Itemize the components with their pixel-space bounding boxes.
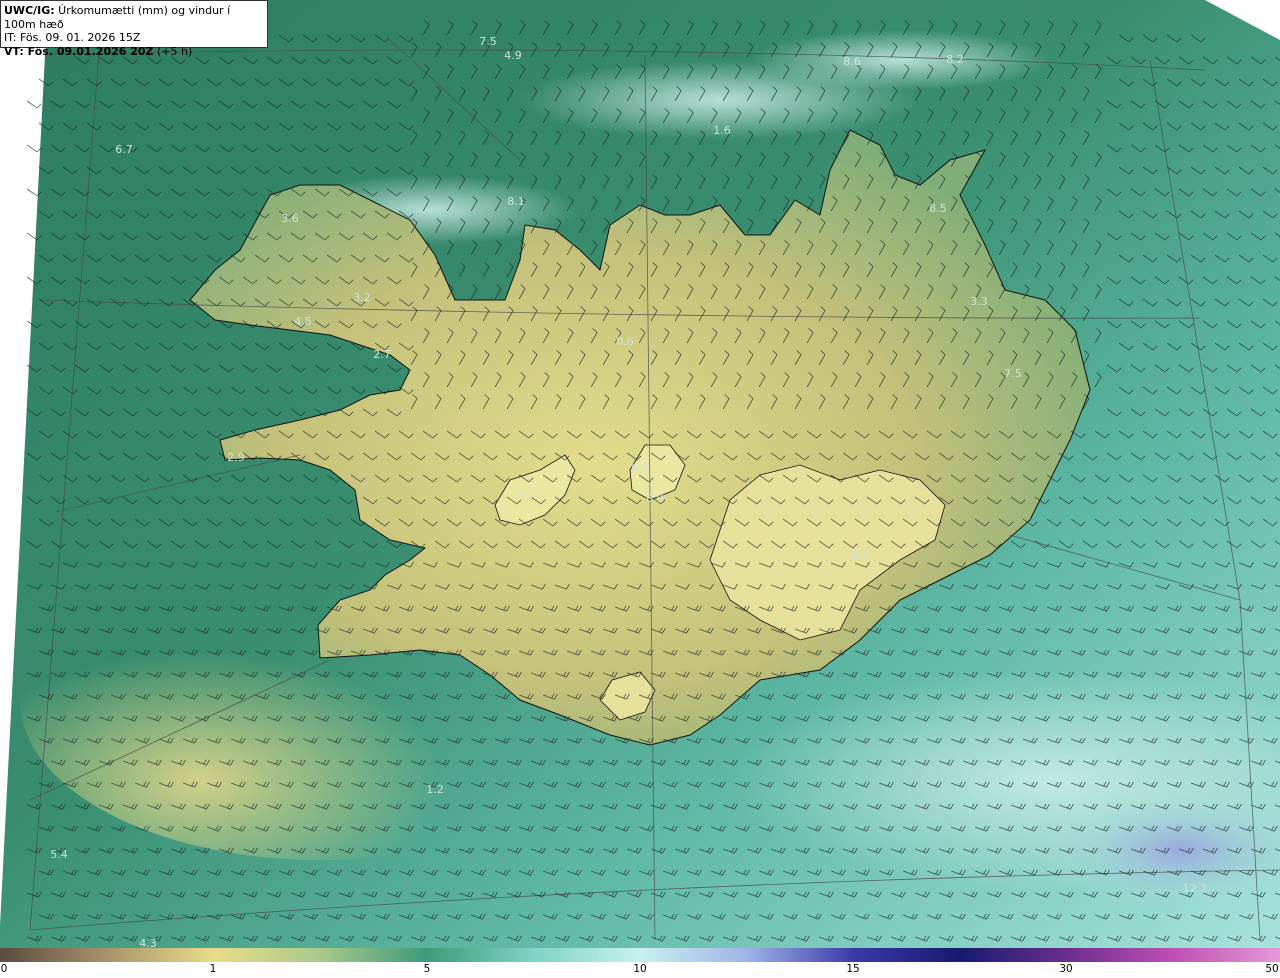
valid-time: VT: Fös. 09.01.2026 20Z [4,44,154,58]
map-value-label: 8.2 [946,53,964,66]
colorbar-tick-label: 1 [209,963,217,975]
map-value-label: 0.9 [631,462,649,475]
map-value-label: 7.5 [479,35,497,48]
map-value-label: 1.6 [713,124,731,137]
forecast-map[interactable]: 7.5 4.9 8.6 8.2 6.7 8.1 3.6 8.5 3.2 3.3 4.5 2.7 7.5 2… [0,0,1280,950]
colorbar-tick-label: 50 [1265,963,1279,975]
colorbar-tick-label: 5 [423,963,431,975]
sea-streak [750,30,1050,90]
map-value-label: 5.4 [50,848,68,861]
map-value-label: 4.5 [294,315,312,328]
map-value-label: 0.9 [646,492,664,505]
map-value-label: 6.7 [115,143,133,156]
issue-time: IT: Fös. 09. 01. 2026 15Z [4,31,141,44]
colorbar-tick-label: 15 [846,963,860,975]
map-value-label: 2.1 [517,490,535,503]
map-title-box: UWC/IG: Úrkomumætti (mm) og vindur í 100… [0,0,268,58]
product-line: UWC/IG: Úrkomumætti (mm) og vindur í 100… [4,4,264,31]
map-value-label: 3.2 [353,291,371,304]
map-value-label: 2.9 [227,451,245,464]
product-code: UWC/IG: [4,4,55,17]
colorbar-tick-label: 10 [633,963,647,975]
colorbar-tick-label: 30 [1059,963,1073,975]
map-value-label: 12.2 [1183,882,1208,895]
colorbar-gradient [0,948,1280,962]
map-value-label: 1.2 [426,783,444,796]
map-value-label: 4.9 [504,49,522,62]
colorbar-legend: 0 1 5 10 15 30 50 [0,948,1280,978]
map-canvas: 7.5 4.9 8.6 8.2 6.7 8.1 3.6 8.5 3.2 3.3 4.5 2.7 7.5 2… [0,0,1280,950]
map-value-label: 2.7 [373,348,391,361]
map-value-label: 8.1 [507,195,525,208]
valid-time-line: VT: Fös. 09.01.2026 20Z (+5 h) [4,45,264,59]
colorbar-tick-label: 0 [0,963,8,975]
map-value-label: 8.3 [851,550,869,563]
map-value-label: 3.3 [970,295,988,308]
map-value-label: 0.6 [616,335,634,348]
map-value-label: 3.6 [281,212,299,225]
map-value-label: 7.5 [1004,367,1022,380]
map-value-label: 8.6 [843,55,861,68]
map-value-label: 8.5 [929,202,947,215]
valid-time-offset: (+5 h) [153,44,193,58]
